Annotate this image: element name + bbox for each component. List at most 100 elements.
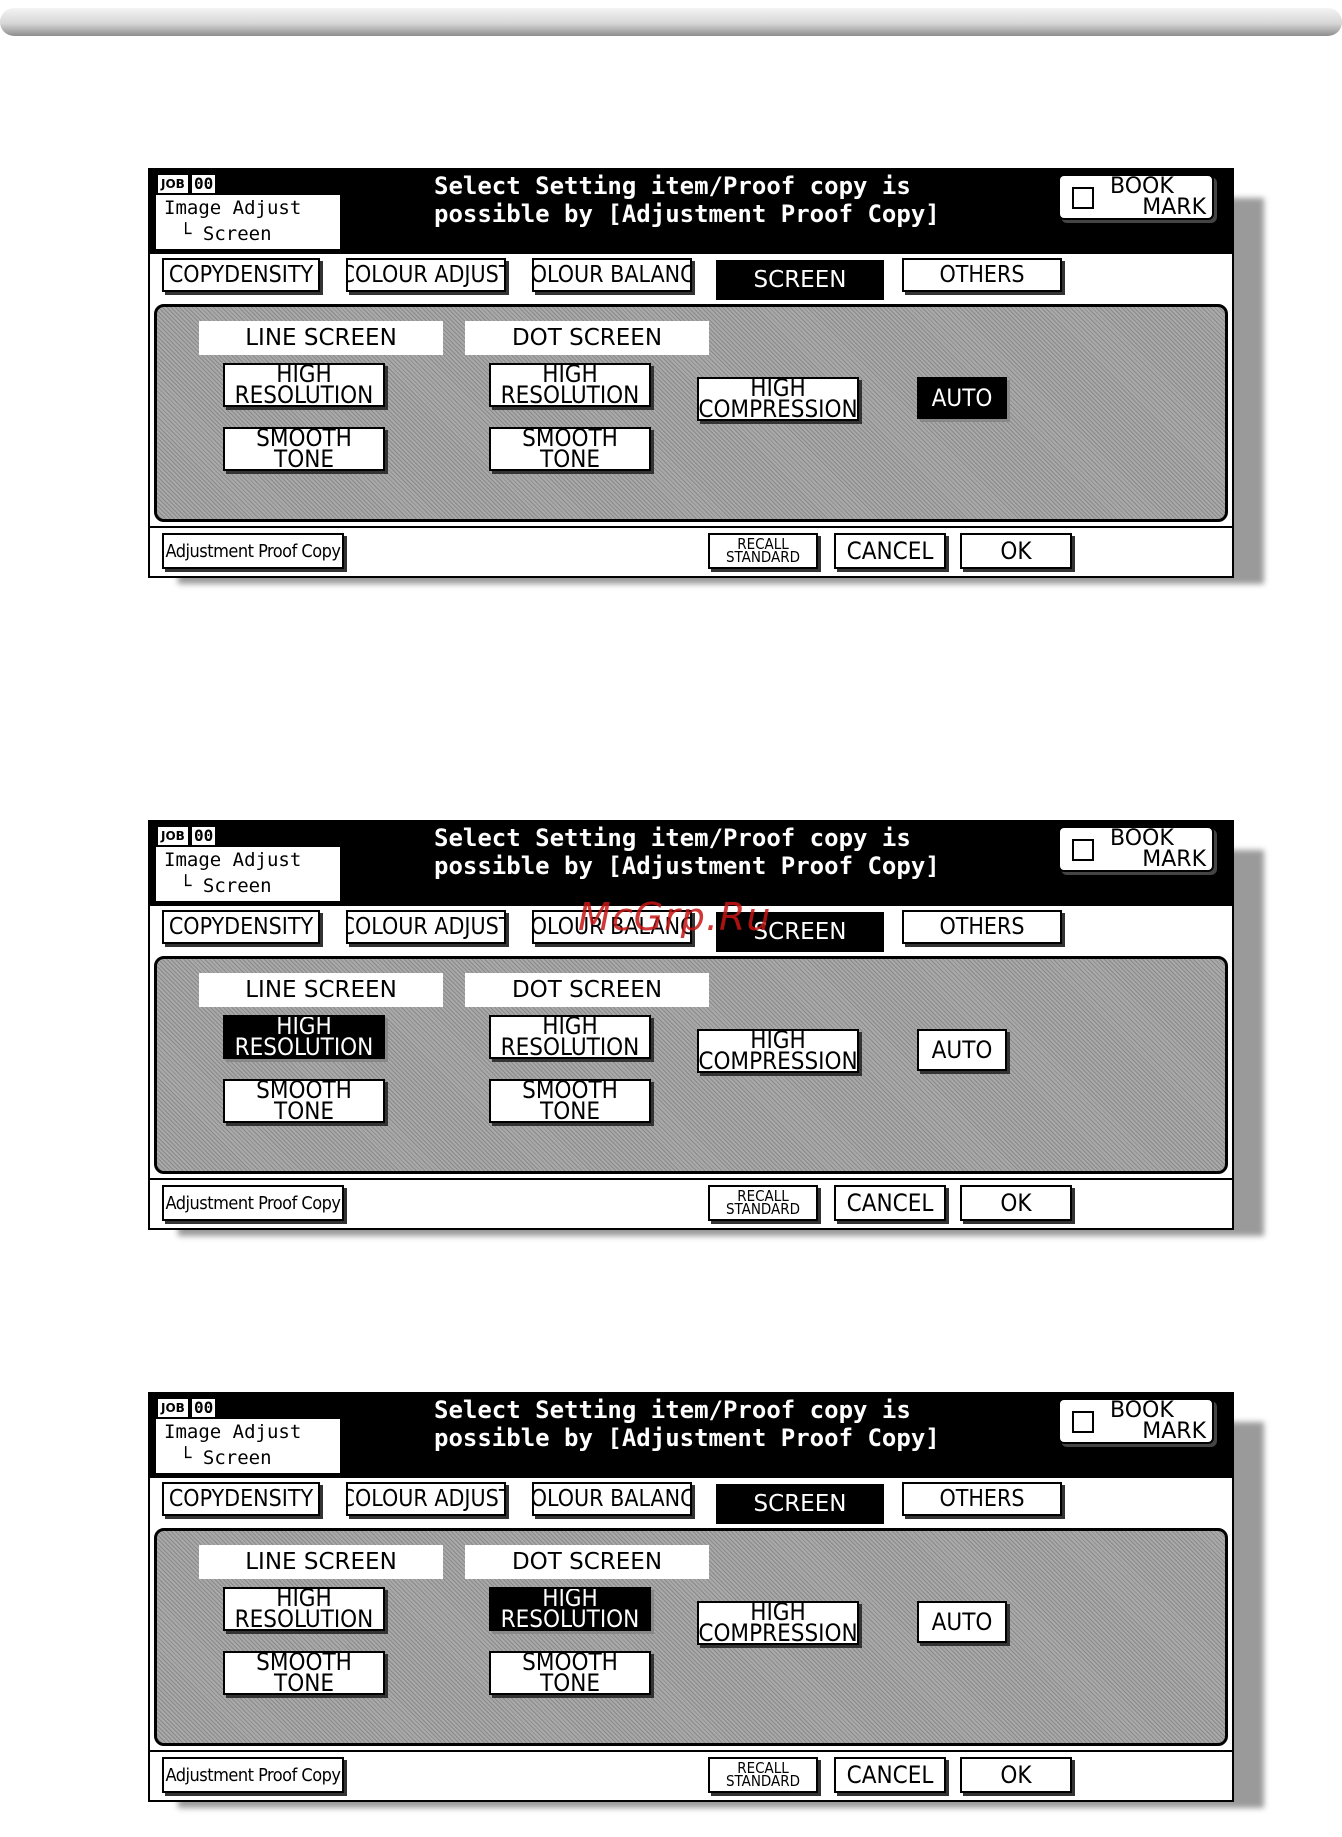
location-sub: └ Screen — [180, 875, 272, 897]
job-number: 00 — [192, 174, 216, 193]
job-label: JOB — [158, 827, 188, 845]
bookmark-checkbox-icon — [1072, 839, 1094, 861]
adjustment-proof-copy-button[interactable]: Adjustment Proof Copy — [162, 1185, 344, 1221]
tab-screen[interactable]: SCREEN — [716, 1484, 884, 1524]
location-breadcrumb: Image Adjust └ Screen — [156, 195, 340, 249]
recall-standard-button[interactable]: RECALL STANDARD — [708, 1757, 818, 1793]
button-label-2: TONE — [540, 445, 600, 471]
panel-header: JOB 00 Image Adjust └ Screen Select Sett… — [150, 822, 1232, 906]
header-message: Select Setting item/Proof copy is possib… — [434, 172, 974, 228]
button-label-2: RESOLUTION — [500, 1033, 640, 1059]
header-message: Select Setting item/Proof copy is possib… — [434, 824, 974, 880]
cancel-button[interactable]: CANCEL — [834, 1185, 946, 1221]
control-panel-screenshot-1: JOB 00 Image Adjust └ Screen Select Sett… — [148, 168, 1264, 584]
bookmark-button[interactable]: BOOK MARK — [1058, 1398, 1214, 1444]
line-high-resolution-button[interactable]: HIGH RESOLUTION — [223, 363, 385, 407]
tab-copydensity[interactable]: COPYDENSITY — [162, 258, 320, 292]
dot-smooth-tone-button[interactable]: SMOOTH TONE — [489, 427, 651, 471]
message-line-2: possible by [Adjustment Proof Copy] — [434, 852, 940, 880]
message-line-2: possible by [Adjustment Proof Copy] — [434, 200, 940, 228]
footer-divider — [150, 526, 1232, 528]
button-label-2: RESOLUTION — [234, 1033, 374, 1059]
line-high-resolution-button[interactable]: HIGH RESOLUTION — [223, 1587, 385, 1631]
dot-screen-label: DOT SCREEN — [465, 321, 709, 355]
footer-divider — [150, 1750, 1232, 1752]
dot-screen-label: DOT SCREEN — [465, 973, 709, 1007]
tab-colour-balance[interactable]: COLOUR BALANCE — [532, 1482, 692, 1516]
button-label-2: COMPRESSION — [698, 1619, 858, 1645]
tab-others[interactable]: OTHERS — [902, 258, 1062, 292]
bookmark-checkbox-icon — [1072, 1411, 1094, 1433]
button-label-2: RESOLUTION — [500, 1605, 640, 1631]
tab-colour-balance[interactable]: COLOUR BALANCE — [532, 258, 692, 292]
dot-high-resolution-button[interactable]: HIGH RESOLUTION — [489, 1015, 651, 1059]
button-label-2: COMPRESSION — [698, 1047, 858, 1073]
screen-settings-area: LINE SCREEN DOT SCREEN HIGH RESOLUTION S… — [154, 956, 1228, 1174]
bookmark-button[interactable]: BOOK MARK — [1058, 826, 1214, 872]
control-panel-screenshot-3: JOB 00 Image Adjust └ Screen Select Sett… — [148, 1392, 1264, 1808]
line-smooth-tone-button[interactable]: SMOOTH TONE — [223, 1079, 385, 1123]
tab-copydensity[interactable]: COPYDENSITY — [162, 1482, 320, 1516]
bookmark-button[interactable]: BOOK MARK — [1058, 174, 1214, 220]
button-label-2: STANDARD — [725, 1200, 801, 1218]
ok-button[interactable]: OK — [960, 533, 1072, 569]
dot-smooth-tone-button[interactable]: SMOOTH TONE — [489, 1079, 651, 1123]
button-label-2: TONE — [274, 445, 334, 471]
dot-smooth-tone-button[interactable]: SMOOTH TONE — [489, 1651, 651, 1695]
line-screen-label: LINE SCREEN — [199, 973, 443, 1007]
screen-settings-area: LINE SCREEN DOT SCREEN HIGH RESOLUTION S… — [154, 1528, 1228, 1746]
location-sub: └ Screen — [180, 1447, 272, 1469]
button-label-2: TONE — [274, 1097, 334, 1123]
button-label-1: AUTO — [931, 1035, 993, 1064]
cancel-button[interactable]: CANCEL — [834, 1757, 946, 1793]
ok-button[interactable]: OK — [960, 1185, 1072, 1221]
adjustment-proof-copy-button[interactable]: Adjustment Proof Copy — [162, 533, 344, 569]
dot-screen-label: DOT SCREEN — [465, 1545, 709, 1579]
line-smooth-tone-button[interactable]: SMOOTH TONE — [223, 427, 385, 471]
recall-standard-button[interactable]: RECALL STANDARD — [708, 1185, 818, 1221]
message-line-1: Select Setting item/Proof copy is — [434, 172, 911, 200]
tab-colour-adjust[interactable]: COLOUR ADJUST — [346, 910, 506, 944]
message-line-2: possible by [Adjustment Proof Copy] — [434, 1424, 940, 1452]
panel-header: JOB 00 Image Adjust └ Screen Select Sett… — [150, 1394, 1232, 1478]
dot-high-resolution-button[interactable]: HIGH RESOLUTION — [489, 363, 651, 407]
tab-colour-adjust[interactable]: COLOUR ADJUST — [346, 258, 506, 292]
location-main: Image Adjust — [164, 849, 302, 871]
auto-button[interactable]: AUTO — [917, 1029, 1007, 1071]
cancel-button[interactable]: CANCEL — [834, 533, 946, 569]
line-smooth-tone-button[interactable]: SMOOTH TONE — [223, 1651, 385, 1695]
bookmark-label-1: BOOK — [1110, 826, 1174, 851]
button-label-2: COMPRESSION — [698, 395, 858, 421]
tab-others[interactable]: OTHERS — [902, 910, 1062, 944]
high-compression-button[interactable]: HIGH COMPRESSION — [697, 1029, 859, 1073]
auto-button[interactable]: AUTO — [917, 377, 1007, 419]
button-label-2: TONE — [274, 1669, 334, 1695]
adjustment-proof-copy-button[interactable]: Adjustment Proof Copy — [162, 1757, 344, 1793]
bookmark-label-2: MARK — [1142, 195, 1206, 220]
bookmark-label-2: MARK — [1142, 847, 1206, 872]
line-high-resolution-button[interactable]: HIGH RESOLUTION — [223, 1015, 385, 1059]
high-compression-button[interactable]: HIGH COMPRESSION — [697, 1601, 859, 1645]
button-label-2: RESOLUTION — [234, 381, 374, 407]
header-message: Select Setting item/Proof copy is possib… — [434, 1396, 974, 1452]
message-line-1: Select Setting item/Proof copy is — [434, 1396, 911, 1424]
tab-copydensity[interactable]: COPYDENSITY — [162, 910, 320, 944]
job-label: JOB — [158, 175, 188, 193]
touch-panel: JOB 00 Image Adjust └ Screen Select Sett… — [148, 1392, 1234, 1802]
touch-panel: JOB 00 Image Adjust └ Screen Select Sett… — [148, 820, 1234, 1230]
ok-button[interactable]: OK — [960, 1757, 1072, 1793]
tab-colour-adjust[interactable]: COLOUR ADJUST — [346, 1482, 506, 1516]
button-label-2: STANDARD — [725, 548, 801, 566]
button-label-1: AUTO — [931, 383, 993, 412]
high-compression-button[interactable]: HIGH COMPRESSION — [697, 377, 859, 421]
dot-high-resolution-button[interactable]: HIGH RESOLUTION — [489, 1587, 651, 1631]
tab-others[interactable]: OTHERS — [902, 1482, 1062, 1516]
location-breadcrumb: Image Adjust └ Screen — [156, 847, 340, 901]
tab-screen[interactable]: SCREEN — [716, 260, 884, 300]
recall-standard-button[interactable]: RECALL STANDARD — [708, 533, 818, 569]
page-header-bar — [0, 8, 1342, 36]
message-line-1: Select Setting item/Proof copy is — [434, 824, 911, 852]
job-number: 00 — [192, 826, 216, 845]
auto-button[interactable]: AUTO — [917, 1601, 1007, 1643]
touch-panel: JOB 00 Image Adjust └ Screen Select Sett… — [148, 168, 1234, 578]
